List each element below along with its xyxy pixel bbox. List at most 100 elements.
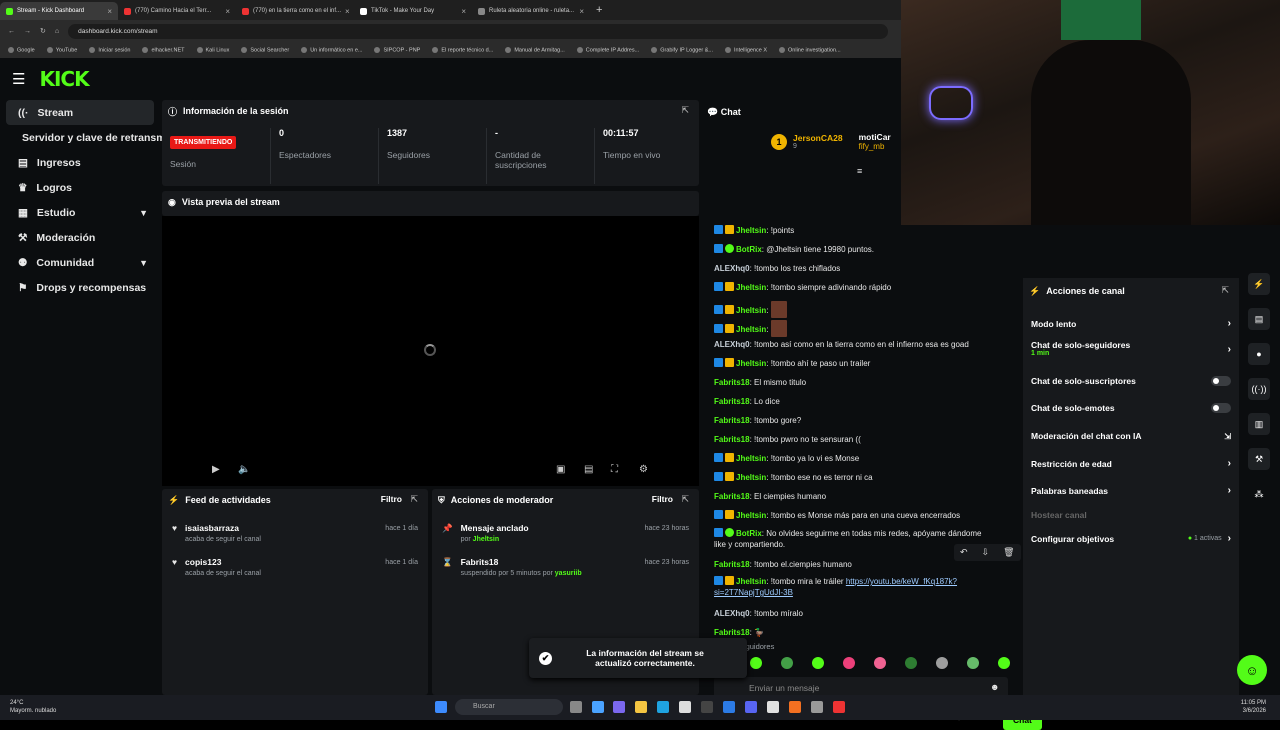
action-banned-words[interactable]: Palabras baneadas › <box>1031 485 1231 496</box>
notes-icon[interactable]: ▤ <box>1248 308 1270 330</box>
close-tab-icon[interactable]: × <box>225 7 230 16</box>
chat-username[interactable]: Fabrits18 <box>714 416 750 425</box>
top-user-2[interactable]: motiCar <box>859 132 891 142</box>
feed-filter-button[interactable]: Filtro <box>381 494 402 504</box>
settings-gear-icon[interactable]: ⚙ <box>639 464 648 475</box>
mod-filter-button[interactable]: Filtro <box>652 494 673 504</box>
chat-username[interactable]: Jheltsin <box>736 325 766 334</box>
app-icon[interactable] <box>613 701 625 713</box>
chat-username[interactable]: BotRix <box>736 529 762 538</box>
emote-icon[interactable] <box>998 657 1010 669</box>
top-user-3[interactable]: fify_mb <box>859 142 891 151</box>
kick-logo[interactable]: KICK <box>39 67 89 91</box>
sidebar-item-server-key[interactable]: Servidor y clave de retransmisión <box>6 125 190 150</box>
chat-username[interactable]: Jheltsin <box>736 511 766 520</box>
bookmark[interactable]: Online investigation... <box>779 47 841 53</box>
sidebar-item-estudio[interactable]: ▦ Estudio ▼ <box>6 200 154 225</box>
chat-username[interactable]: Jheltsin <box>736 306 766 315</box>
broadcast-icon[interactable]: ((·)) <box>1248 378 1270 400</box>
bookmark[interactable]: Grabify IP Logger &... <box>651 47 713 53</box>
chat-icon[interactable]: ● <box>1248 343 1270 365</box>
app-icon[interactable] <box>811 701 823 713</box>
chat-link[interactable]: si=2T7NapjTgUdJI-3B <box>714 588 793 597</box>
chat-username[interactable]: Jheltsin <box>736 577 766 586</box>
nodes-icon[interactable]: ⁂ <box>1248 483 1270 505</box>
bookmark[interactable]: Intelligence X <box>725 47 767 53</box>
tab-kick-dashboard[interactable]: Stream - Kick Dashboard × <box>0 2 118 20</box>
chat-username[interactable]: Fabrits18 <box>714 435 750 444</box>
collapse-icon[interactable]: ≡ <box>857 166 862 176</box>
tab-youtube-2[interactable]: (770) en la tierra como en el inf... × <box>236 2 354 20</box>
bolt-icon[interactable]: ⚡ <box>1248 273 1270 295</box>
taskbar-clock[interactable]: 11:05 PM 3/6/2026 <box>1241 699 1266 715</box>
app-icon[interactable] <box>723 701 735 713</box>
sidebar-item-logros[interactable]: ♛ Logros <box>6 175 154 200</box>
url-field[interactable]: dashboard.kick.com/stream <box>68 23 889 39</box>
bookmark[interactable]: Kali Linux <box>197 47 230 53</box>
chat-username[interactable]: Fabrits18 <box>714 397 750 406</box>
app-icon[interactable] <box>679 701 691 713</box>
play-icon[interactable]: ▶ <box>212 464 220 475</box>
sidebar-item-moderacion[interactable]: ⚒ Moderación <box>6 225 154 250</box>
discord-icon[interactable] <box>745 701 757 713</box>
emote-icon[interactable] <box>781 657 793 669</box>
popout-icon[interactable]: ⇱ <box>681 494 689 505</box>
taskview-icon[interactable] <box>570 701 582 713</box>
emote-icon[interactable] <box>750 657 762 669</box>
weather-widget[interactable]: 24°C Mayorm. nublado <box>10 699 56 715</box>
chat-username[interactable]: Jheltsin <box>736 454 766 463</box>
chat-username[interactable]: Fabrits18 <box>714 378 750 387</box>
reply-icon[interactable]: ↶ <box>960 547 968 558</box>
emote-icon[interactable] <box>905 657 917 669</box>
sidebar-item-drops[interactable]: ⚑ Drops y recompensas <box>6 275 154 300</box>
mod-user[interactable]: Jheltsin <box>473 536 499 543</box>
emote-icon[interactable] <box>874 657 886 669</box>
sidebar-item-ingresos[interactable]: ▤ Ingresos <box>6 150 154 175</box>
chat-username[interactable]: Jheltsin <box>736 226 766 235</box>
close-tab-icon[interactable]: × <box>107 7 112 16</box>
popout-icon[interactable]: ⇱ <box>410 494 418 505</box>
action-goals[interactable]: Configurar objetivos ● 1 activas › <box>1031 533 1231 544</box>
fullscreen-icon[interactable]: ⛶ <box>611 464 618 475</box>
firefox-icon[interactable] <box>789 701 801 713</box>
volume-icon[interactable]: 🔈 <box>238 464 250 475</box>
wrench-icon[interactable]: ⚒ <box>1248 448 1270 470</box>
taskbar-search[interactable]: Buscar <box>455 699 563 715</box>
subs-only-toggle[interactable] <box>1211 376 1231 386</box>
chrome-icon[interactable] <box>767 701 779 713</box>
emote-icon[interactable] <box>936 657 948 669</box>
forward-icon[interactable]: → <box>24 28 31 35</box>
emote-icon[interactable] <box>967 657 979 669</box>
home-icon[interactable]: ⌂ <box>55 28 59 35</box>
menu-icon[interactable]: ☰ <box>12 70 25 88</box>
tab-tiktok[interactable]: TikTok - Make Your Day × <box>354 2 472 20</box>
chat-username[interactable]: ALEXhq0 <box>714 609 750 618</box>
popout-icon[interactable]: ⇱ <box>681 105 689 116</box>
bookmark[interactable]: Complete IP Addres... <box>577 47 639 53</box>
top-user[interactable]: JersonCA28 <box>793 133 843 143</box>
chat-username[interactable]: Fabrits18 <box>714 560 750 569</box>
reload-icon[interactable]: ↻ <box>40 27 46 35</box>
chat-username[interactable]: ALEXhq0 <box>714 264 750 273</box>
app-icon[interactable] <box>833 701 845 713</box>
chat-username[interactable]: BotRix <box>736 245 762 254</box>
support-chat-icon[interactable]: ☺ <box>1237 655 1267 685</box>
bookmark[interactable]: Un informático en e... <box>301 47 362 53</box>
chat-username[interactable]: Jheltsin <box>736 473 766 482</box>
theater-icon[interactable]: ▤ <box>584 464 593 475</box>
tab-youtube-1[interactable]: (770) Camino Hacia el Terr... × <box>118 2 236 20</box>
delete-icon[interactable]: 🗑 <box>1003 547 1014 558</box>
sidebar-item-stream[interactable]: ((· Stream <box>6 100 154 125</box>
chat-username[interactable]: Jheltsin <box>736 283 766 292</box>
bookmark[interactable]: Manual de Armitag... <box>505 47 564 53</box>
stream-preview-video[interactable]: ▶ 🔈 ▣ ▤ ⛶ ⚙ <box>162 216 699 486</box>
chat-username[interactable]: ALEXhq0 <box>714 340 750 349</box>
bookmark[interactable]: Social Searcher <box>241 47 289 53</box>
bookmark[interactable]: YouTube <box>47 47 78 53</box>
app-icon[interactable] <box>592 701 604 713</box>
pin-icon[interactable]: ⇩ <box>982 547 990 558</box>
back-icon[interactable]: ← <box>8 28 15 35</box>
app-icon[interactable] <box>701 701 713 713</box>
action-age-restriction[interactable]: Restricción de edad › <box>1031 458 1231 469</box>
emote-icon[interactable] <box>843 657 855 669</box>
